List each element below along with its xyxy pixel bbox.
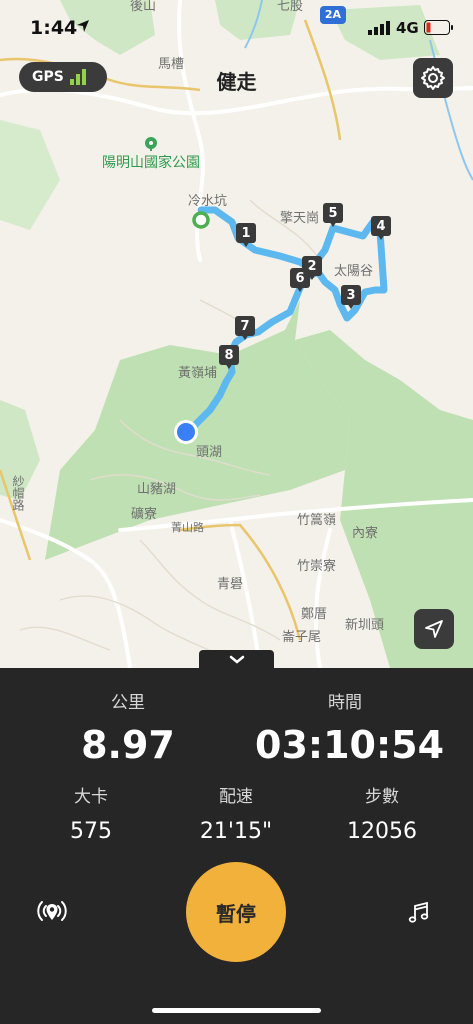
navigation-arrow-icon bbox=[425, 620, 443, 638]
map-label-taiyanggu: 太陽谷 bbox=[334, 264, 374, 279]
map-label-zhuchongliao: 竹崇寮 bbox=[297, 559, 337, 574]
map-label-toulu: 頭湖 bbox=[196, 445, 223, 460]
gear-icon bbox=[421, 66, 445, 90]
steps-value: 12056 bbox=[347, 819, 417, 844]
location-arrow-icon bbox=[77, 20, 89, 32]
network-type: 4G bbox=[396, 19, 419, 37]
battery-icon bbox=[424, 20, 453, 35]
map-label-zhuzanling: 竹篙嶺 bbox=[297, 513, 337, 528]
route-marker-label: 6 bbox=[290, 268, 310, 288]
route-marker-4[interactable]: 4 bbox=[371, 216, 391, 240]
steps-label: 步數 bbox=[365, 787, 399, 807]
calories-value: 575 bbox=[70, 819, 112, 844]
map-label-jingshan-road: 菁山路 bbox=[171, 521, 204, 534]
live-beacon-button[interactable] bbox=[34, 896, 70, 928]
calories-label: 大卡 bbox=[74, 787, 108, 807]
pause-button[interactable]: 暫停 bbox=[186, 862, 286, 962]
pace-label: 配速 bbox=[219, 787, 253, 807]
gps-signal-icon bbox=[69, 69, 86, 85]
duration-value: 03:10:54 bbox=[255, 723, 445, 767]
recenter-button[interactable] bbox=[414, 609, 454, 649]
status-bar: 1:44 4G bbox=[0, 0, 473, 56]
map-label-park: 陽明山國家公園 bbox=[102, 155, 200, 171]
duration-stat: 時間 03:10:54 bbox=[255, 688, 445, 767]
settings-button[interactable] bbox=[413, 58, 453, 98]
route-marker-label: 1 bbox=[236, 223, 256, 243]
distance-value: 8.97 bbox=[81, 723, 175, 767]
route-marker-label: 3 bbox=[341, 285, 361, 305]
route-marker-label: 7 bbox=[235, 316, 255, 336]
collapse-panel-button[interactable] bbox=[199, 650, 274, 668]
map-label-lengshuikeng: 冷水坑 bbox=[188, 194, 228, 209]
route-marker-7[interactable]: 7 bbox=[235, 316, 255, 340]
map-label-zhengcuo: 鄭厝 bbox=[301, 607, 328, 622]
map-label-neiliao: 內寮 bbox=[352, 526, 379, 541]
pace-value: 21'15" bbox=[199, 819, 273, 844]
route-marker-label: 8 bbox=[219, 345, 239, 365]
home-indicator bbox=[152, 1008, 321, 1013]
route-marker-label: 5 bbox=[323, 203, 343, 223]
distance-label: 公里 bbox=[111, 693, 145, 713]
route-marker-5[interactable]: 5 bbox=[323, 203, 343, 227]
music-note-icon bbox=[408, 901, 429, 923]
map-label-shadi-road: 紗帽路 bbox=[11, 475, 25, 511]
workout-stats-panel: 公里 8.97 時間 03:10:54 大卡 575 配速 21'15" 步數 … bbox=[0, 668, 473, 1024]
route-marker-6[interactable]: 6 bbox=[290, 268, 310, 292]
steps-stat: 步數 12056 bbox=[322, 782, 442, 844]
gps-label: GPS bbox=[32, 69, 64, 85]
live-beacon-icon bbox=[37, 901, 67, 921]
route-marker-label: 4 bbox=[371, 216, 391, 236]
map-view[interactable]: 後山 七股 2A 馬槽 陽明山國家公園 冷水坑 擎天崗 太陽谷 黃嶺埔 頭湖 山… bbox=[0, 0, 473, 668]
gps-status-badge: GPS bbox=[19, 62, 107, 92]
chevron-down-icon bbox=[229, 655, 244, 664]
park-tree-icon bbox=[145, 137, 157, 151]
route-marker-3[interactable]: 3 bbox=[341, 285, 361, 309]
route-marker-8[interactable]: 8 bbox=[219, 345, 239, 369]
calories-stat: 大卡 575 bbox=[41, 782, 141, 844]
map-label-jiziwei: 崙子尾 bbox=[282, 630, 322, 645]
duration-label: 時間 bbox=[328, 693, 362, 713]
music-button[interactable] bbox=[404, 898, 434, 928]
status-time: 1:44 bbox=[30, 17, 78, 39]
map-label-qingcuo: 青礐 bbox=[217, 577, 244, 592]
cellular-signal-icon bbox=[368, 21, 390, 35]
map-label-shanzhuhu: 山豬湖 bbox=[137, 482, 177, 497]
map-label-qingtiangang: 擎天崗 bbox=[280, 211, 320, 226]
map-label-huanglingpu: 黃嶺埔 bbox=[178, 366, 218, 381]
distance-stat: 公里 8.97 bbox=[58, 688, 198, 767]
map-label-xinzhutou: 新圳頭 bbox=[345, 618, 385, 633]
map-label-kuangliao: 礦寮 bbox=[131, 507, 158, 522]
route-marker-1[interactable]: 1 bbox=[236, 223, 256, 247]
pace-stat: 配速 21'15" bbox=[176, 782, 296, 844]
